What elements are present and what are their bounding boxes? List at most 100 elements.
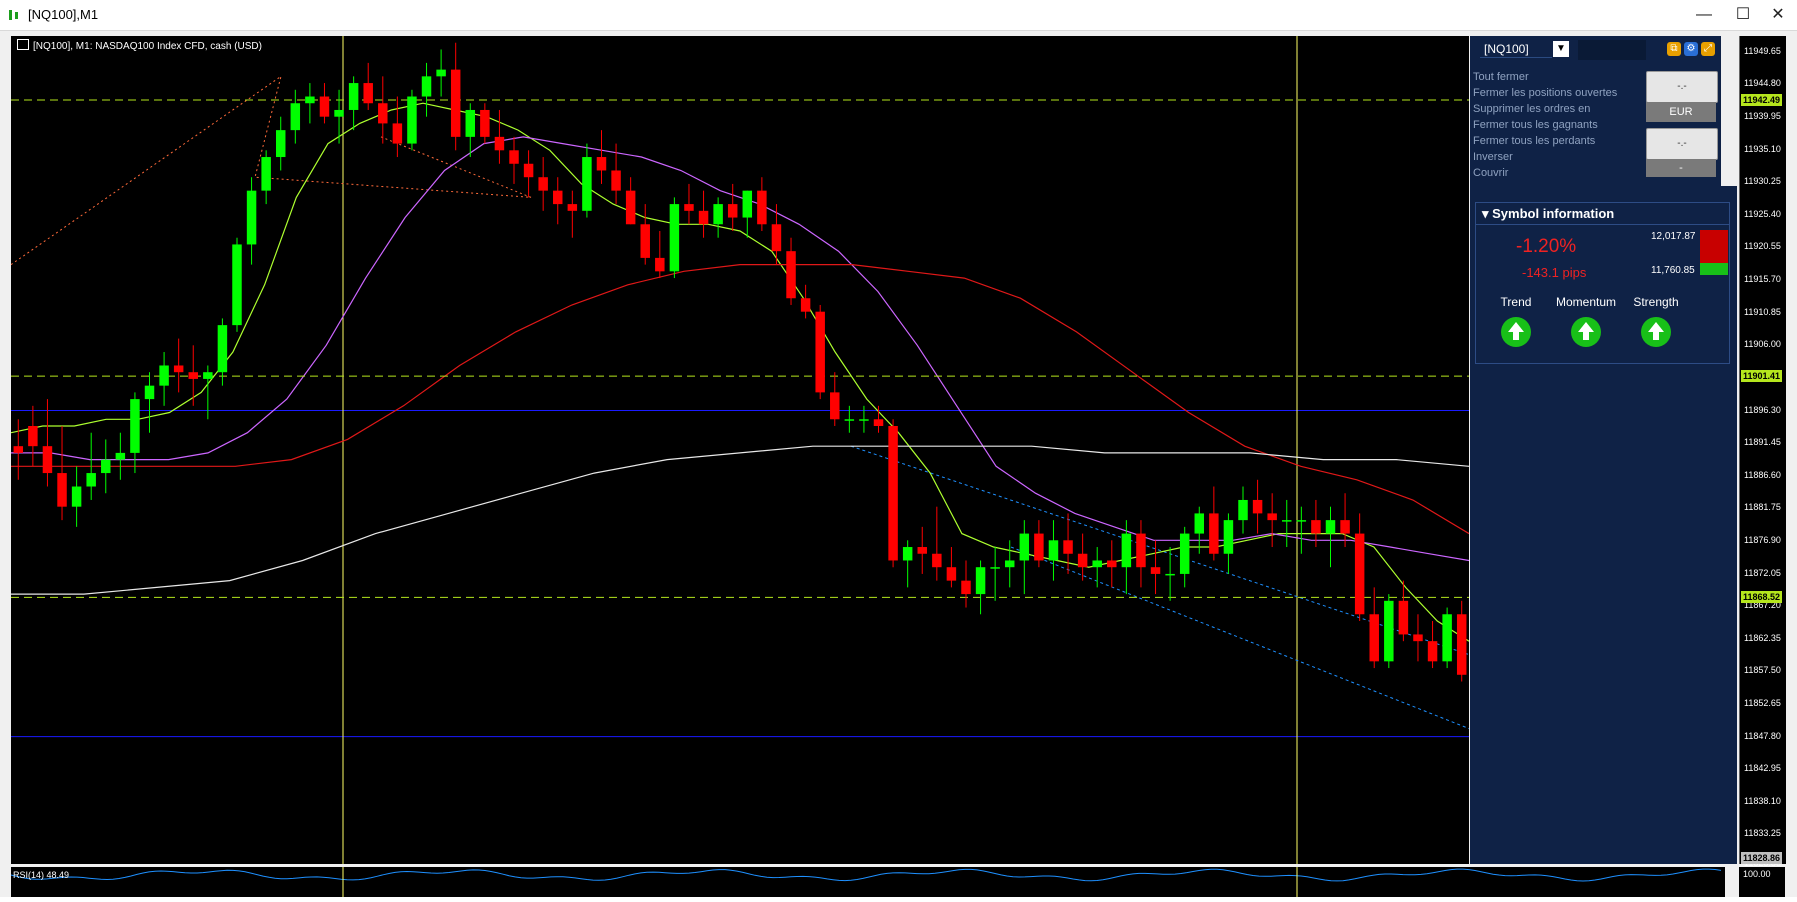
chevron-down-icon[interactable]: ▼ [1553, 41, 1569, 57]
day-low: 11,760.85 [1651, 265, 1695, 276]
info-panel: ▾ Symbol information -1.20% -143.1 pips … [1470, 186, 1737, 864]
candle-body [1282, 520, 1292, 522]
menu-close-winners[interactable]: Fermer tous les gagnants [1473, 119, 1598, 131]
candle-body [57, 473, 67, 507]
price-chart[interactable]: [NQ100], M1: NASDAQ100 Index CFD, cash (… [11, 36, 1469, 864]
symbol-information-box: ▾ Symbol information -1.20% -143.1 pips … [1475, 202, 1730, 364]
candle-body [1325, 520, 1336, 534]
candle-body [596, 157, 607, 171]
price-tick-label: 11939.95 [1744, 111, 1781, 122]
candle-body [1121, 533, 1132, 568]
candle-body [173, 365, 184, 373]
candle-body [932, 553, 942, 568]
candle-body [101, 459, 111, 474]
chart-menu-icon[interactable] [17, 39, 29, 50]
chart-header: [NQ100], M1: NASDAQ100 Index CFD, cash (… [17, 39, 262, 52]
candle-body [1296, 520, 1307, 522]
candle-body [830, 392, 840, 420]
change-pips: -143.1 pips [1522, 265, 1587, 280]
candle-body [757, 190, 767, 225]
candle-body [159, 365, 169, 386]
candle-body [1209, 513, 1219, 554]
moving-average-line [11, 102, 1469, 642]
candle-body [1384, 600, 1394, 662]
menu-reverse[interactable]: Inverser [1473, 151, 1513, 163]
candle-body [1442, 614, 1452, 662]
gear-icon[interactable]: ⚙ [1684, 42, 1698, 56]
candle-body [363, 83, 373, 104]
candle-body [378, 103, 388, 124]
candle-body [86, 473, 96, 487]
candle-body [1092, 560, 1102, 568]
rsi-line [10, 868, 1722, 882]
window-titlebar: [NQ100],M1 — ☐ ✕ [0, 0, 1797, 31]
candle-body [115, 452, 126, 460]
candle-body [1223, 520, 1234, 554]
candle-body [494, 136, 505, 151]
candle-body [1063, 540, 1073, 554]
moving-average-line [11, 136, 1469, 562]
candle-body [246, 190, 257, 245]
symbol-information-header[interactable]: ▾ Symbol information [1476, 203, 1729, 225]
expand-icon[interactable]: ⤢ [1701, 42, 1715, 56]
copy-icon[interactable]: ⧉ [1667, 42, 1681, 56]
change-percent: -1.20% [1516, 236, 1577, 257]
price-tick-label: 11935.10 [1744, 143, 1781, 154]
candle-body [961, 580, 971, 595]
candle-body [290, 103, 301, 131]
symbol-information-title: Symbol information [1492, 206, 1615, 221]
menu-close-losers[interactable]: Fermer tous les perdants [1473, 135, 1595, 147]
range-bar-down [1700, 230, 1728, 263]
price-tick-label: 11915.70 [1744, 274, 1781, 285]
rsi-subwindow[interactable]: RSI(14) 48.49 [10, 867, 1725, 897]
candle-body [917, 547, 927, 554]
candle-body [1034, 533, 1044, 561]
candle-body [975, 567, 986, 595]
strength-up-arrow-icon [1641, 317, 1671, 347]
candle-body [538, 177, 548, 191]
candle-body [144, 385, 155, 400]
price-axis[interactable]: 11949.65 11944.80 11939.95 11935.10 11930.25… [1739, 36, 1786, 868]
candle-body [888, 425, 898, 561]
candle-body [1311, 520, 1321, 534]
price-button-1[interactable]: -.- [1646, 71, 1718, 103]
candle-body [130, 399, 140, 453]
menu-hedge[interactable]: Couvrir [1473, 167, 1508, 179]
menu-close-all[interactable]: Tout fermer [1473, 71, 1529, 83]
candle-body [42, 446, 53, 474]
candle-body [713, 204, 723, 225]
candle-body [305, 96, 315, 104]
price-tick-label: 11876.90 [1744, 534, 1781, 545]
window-title: [NQ100],M1 [28, 7, 99, 22]
rsi-label: RSI(14) 48.49 [13, 870, 70, 880]
price-level-tag: 11868.52 [1741, 591, 1783, 604]
candle-body [800, 298, 811, 312]
candle-body [348, 83, 359, 110]
lot-size-input[interactable] [1578, 40, 1646, 60]
candle-body [465, 109, 476, 137]
momentum-up-arrow-icon [1571, 317, 1601, 347]
candle-body [13, 446, 24, 453]
menu-close-open-positions[interactable]: Fermer les positions ouvertes [1473, 87, 1617, 99]
candle-body [655, 257, 665, 272]
price-button-2[interactable]: -.- [1646, 128, 1718, 160]
close-button[interactable]: ✕ [1755, 0, 1797, 30]
trend-up-arrow-icon [1501, 317, 1531, 347]
symbol-selector[interactable]: [NQ100] [1480, 40, 1552, 58]
price-level-tag: 11901.41 [1741, 370, 1783, 383]
candle-body [1136, 533, 1146, 568]
rsi-canvas [10, 867, 1722, 897]
candle-body [698, 210, 709, 225]
candle-body [28, 425, 38, 447]
candle-body [684, 204, 694, 211]
candle-body [873, 419, 884, 426]
price-level-tag: 11942.49 [1741, 93, 1783, 106]
candle-body [392, 123, 403, 144]
candle-body [625, 190, 636, 225]
price-level-tag: 11828.86 [1741, 852, 1783, 864]
menu-delete-pending-orders[interactable]: Supprimer les ordres en [1473, 103, 1590, 115]
strength-label: Strength [1633, 295, 1679, 309]
candle-body [509, 150, 519, 164]
price-tick-label: 11930.25 [1744, 176, 1781, 187]
candle-body [421, 76, 432, 97]
